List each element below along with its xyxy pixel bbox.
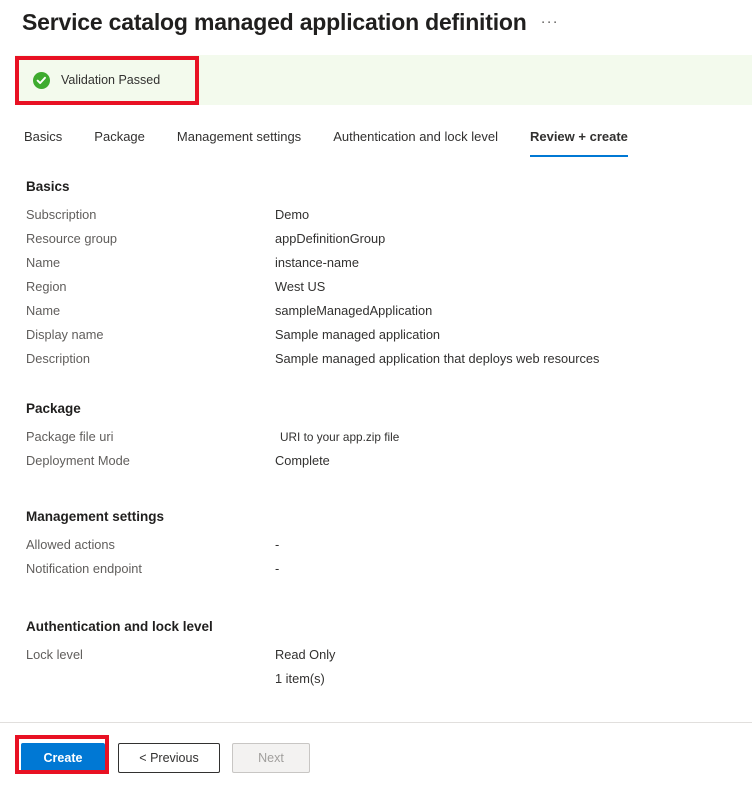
row-name-app: Name sampleManagedApplication	[26, 303, 752, 327]
label-allowed-actions: Allowed actions	[26, 537, 115, 552]
page-title: Service catalog managed application defi…	[22, 9, 527, 35]
validation-banner: Validation Passed	[15, 55, 752, 105]
page-header: Service catalog managed application defi…	[0, 0, 752, 38]
row-display-name: Display name Sample managed application	[26, 327, 752, 351]
row-lock-level-item-count: 1 item(s)	[26, 671, 752, 695]
section-basics: Basics Subscription Demo Resource group …	[26, 179, 752, 375]
validation-status-text: Validation Passed	[61, 73, 161, 87]
section-title-package: Package	[26, 401, 81, 416]
section-package: Package Package file uri URI to your app…	[26, 401, 752, 477]
label-name-app: Name	[26, 303, 61, 318]
value-lock-level: Read Only	[275, 647, 336, 662]
row-region: Region West US	[26, 279, 752, 303]
section-title-management-settings: Management settings	[26, 509, 165, 524]
value-subscription: Demo	[275, 207, 310, 222]
row-description: Description Sample managed application t…	[26, 351, 752, 375]
label-resource-group: Resource group	[26, 231, 118, 246]
value-item-count: 1 item(s)	[275, 671, 325, 686]
label-subscription: Subscription	[26, 207, 97, 222]
value-display-name: Sample managed application	[275, 327, 441, 342]
tab-package[interactable]: Package	[94, 128, 145, 157]
row-deployment-mode: Deployment Mode Complete	[26, 453, 752, 477]
label-display-name: Display name	[26, 327, 104, 342]
label-region: Region	[26, 279, 67, 294]
value-name-app: sampleManagedApplication	[275, 303, 433, 318]
value-allowed-actions: -	[275, 537, 280, 552]
label-lock-level: Lock level	[26, 647, 83, 662]
wizard-tabs: Basics Package Management settings Authe…	[0, 121, 752, 157]
footer-actions: Create < Previous Next	[0, 723, 752, 793]
label-description: Description	[26, 351, 91, 366]
create-button[interactable]: Create	[21, 743, 105, 773]
previous-button[interactable]: < Previous	[118, 743, 220, 773]
row-subscription: Subscription Demo	[26, 207, 752, 231]
more-actions-icon[interactable]: ···	[541, 14, 559, 29]
tab-basics[interactable]: Basics	[24, 128, 62, 157]
value-region: West US	[275, 279, 326, 294]
value-resource-group: appDefinitionGroup	[275, 231, 386, 246]
validation-banner-container: Validation Passed	[0, 55, 752, 105]
tab-authentication-and-lock-level[interactable]: Authentication and lock level	[333, 128, 498, 157]
section-title-authentication: Authentication and lock level	[26, 619, 213, 634]
value-notification-endpoint: -	[275, 561, 280, 576]
row-package-file-uri: Package file uri URI to your app.zip fil…	[26, 429, 752, 453]
section-authentication-and-lock-level: Authentication and lock level Lock level…	[26, 619, 752, 695]
next-button: Next	[232, 743, 310, 773]
value-name-instance: instance-name	[275, 255, 359, 270]
row-name-instance: Name instance-name	[26, 255, 752, 279]
label-name-instance: Name	[26, 255, 61, 270]
row-notification-endpoint: Notification endpoint -	[26, 561, 752, 585]
tab-management-settings[interactable]: Management settings	[177, 128, 301, 157]
label-package-file-uri: Package file uri	[26, 429, 114, 444]
row-lock-level: Lock level Read Only	[26, 647, 752, 671]
section-title-basics: Basics	[26, 179, 70, 194]
review-content: Basics Subscription Demo Resource group …	[0, 157, 752, 695]
tab-review-create[interactable]: Review + create	[529, 128, 628, 157]
label-notification-endpoint: Notification endpoint	[26, 561, 142, 576]
value-deployment-mode: Complete	[275, 453, 330, 468]
row-resource-group: Resource group appDefinitionGroup	[26, 231, 752, 255]
row-allowed-actions: Allowed actions -	[26, 537, 752, 561]
label-deployment-mode: Deployment Mode	[26, 453, 130, 468]
check-circle-icon	[33, 71, 50, 89]
value-package-file-uri: URI to your app.zip file	[280, 430, 400, 444]
value-description: Sample managed application that deploys …	[275, 351, 600, 366]
section-management-settings: Management settings Allowed actions - No…	[26, 509, 752, 585]
